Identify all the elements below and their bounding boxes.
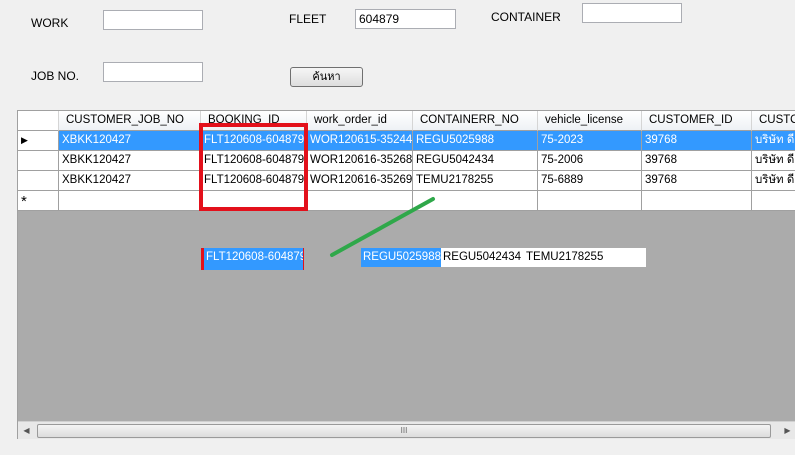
table-row[interactable]: ▶ XBKK120427 FLT120608-604879 WOR120615-…	[18, 131, 795, 151]
table-cell[interactable]: XBKK120427	[59, 131, 201, 151]
container-label: CONTAINER	[491, 10, 561, 24]
container-input[interactable]	[582, 3, 682, 23]
table-cell[interactable]: 39768	[642, 171, 752, 191]
table-cell[interactable]: REGU5042434	[413, 151, 538, 171]
job-no-input[interactable]	[103, 62, 203, 82]
table-cell[interactable]: TEMU2178255	[413, 171, 538, 191]
grid-header: CUSTOMER_JOB_NO BOOKING_ID work_order_id…	[18, 111, 795, 131]
table-cell[interactable]: บริษัท ดี	[752, 131, 795, 151]
new-row-asterisk-icon[interactable]: *	[18, 191, 59, 211]
table-cell[interactable]: บริษัท ดี	[752, 151, 795, 171]
column-header[interactable]: CUSTOMER_JOB_NO	[59, 111, 201, 131]
table-row[interactable]: XBKK120427 FLT120608-604879 WOR120616-35…	[18, 171, 795, 191]
table-cell[interactable]	[59, 191, 201, 211]
table-cell[interactable]: XBKK120427	[59, 151, 201, 171]
table-cell[interactable]: WOR120615-352447	[307, 131, 413, 151]
table-row[interactable]: XBKK120427 FLT120608-604879 WOR120616-35…	[18, 151, 795, 171]
column-header[interactable]: CUSTOMER_ID	[642, 111, 752, 131]
data-grid[interactable]: CUSTOMER_JOB_NO BOOKING_ID work_order_id…	[17, 110, 795, 439]
row-header[interactable]	[18, 171, 59, 191]
table-cell[interactable]: บริษัท ดี	[752, 171, 795, 191]
scroll-left-icon[interactable]: ◀	[18, 422, 35, 439]
table-cell[interactable]: 39768	[642, 151, 752, 171]
red-highlight-box	[199, 123, 308, 211]
container-overlay-selected: REGU5025988	[361, 248, 441, 267]
table-cell[interactable]: 75-6889	[538, 171, 642, 191]
fleet-label: FLEET	[289, 12, 327, 26]
table-cell[interactable]	[538, 191, 642, 211]
table-cell[interactable]	[642, 191, 752, 211]
booking-id-overlay: FLT120608-604879	[201, 248, 304, 270]
fleet-input[interactable]: 604879	[355, 9, 456, 29]
work-label: WORK	[31, 16, 69, 30]
column-header[interactable]: CONTAINERR_NO	[413, 111, 538, 131]
scroll-thumb[interactable]: III	[37, 424, 771, 438]
horizontal-scrollbar[interactable]: ◀ III ▶	[18, 421, 795, 439]
work-input[interactable]	[103, 10, 203, 30]
table-cell[interactable]: REGU5025988	[413, 131, 538, 151]
search-button[interactable]: ค้นหา	[290, 67, 363, 87]
container-overlay: REGU5042434	[441, 248, 524, 267]
table-cell[interactable]: 75-2006	[538, 151, 642, 171]
row-header-current-icon[interactable]: ▶	[18, 131, 59, 151]
job-no-label: JOB NO.	[31, 69, 80, 83]
column-header[interactable]: work_order_id	[307, 111, 413, 131]
table-cell[interactable]: WOR120616-352689	[307, 151, 413, 171]
table-cell[interactable]	[752, 191, 795, 211]
row-header[interactable]	[18, 151, 59, 171]
container-overlay: TEMU2178255	[524, 248, 646, 267]
table-cell[interactable]: XBKK120427	[59, 171, 201, 191]
scroll-right-icon[interactable]: ▶	[779, 422, 795, 439]
column-header[interactable]: CUSTO	[752, 111, 795, 131]
column-header[interactable]: vehicle_license	[538, 111, 642, 131]
table-cell[interactable]: WOR120616-352690	[307, 171, 413, 191]
table-cell[interactable]: 75-2023	[538, 131, 642, 151]
table-cell[interactable]: 39768	[642, 131, 752, 151]
grid-corner	[18, 111, 59, 131]
